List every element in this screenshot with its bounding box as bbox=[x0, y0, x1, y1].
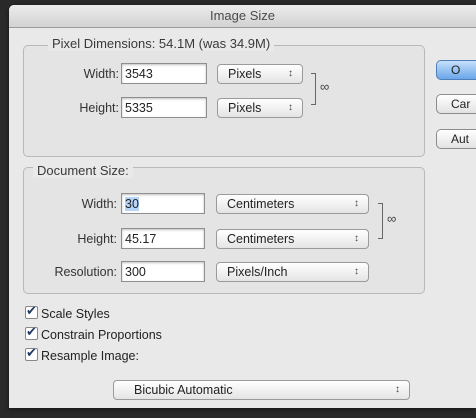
pixel-height-label: Height: bbox=[79, 101, 119, 115]
resolution-input[interactable]: 300 bbox=[121, 261, 205, 282]
scale-styles-checkbox[interactable]: Scale Styles bbox=[25, 303, 110, 321]
resample-image-label: Resample Image: bbox=[41, 349, 139, 363]
up-down-arrows-icon: ↕ bbox=[288, 68, 293, 79]
constrain-proportions-checkbox[interactable]: Constrain Proportions bbox=[25, 324, 162, 342]
resample-method-value: Bicubic Automatic bbox=[134, 383, 233, 397]
image-size-dialog: Image Size O Car Aut Pixel Dimensions: 5… bbox=[9, 5, 476, 408]
up-down-arrows-icon: ↕ bbox=[288, 102, 293, 113]
pixel-dimensions-legend: Pixel Dimensions: 54.1M (was 34.9M) bbox=[48, 36, 275, 51]
resample-method-select[interactable]: Bicubic Automatic ↕ bbox=[113, 380, 410, 400]
pixel-width-label: Width: bbox=[83, 67, 119, 81]
chain-link-icon: ∞ bbox=[320, 79, 330, 94]
up-down-arrows-icon: ↕ bbox=[395, 384, 400, 395]
resolution-unit-select[interactable]: Pixels/Inch ↕ bbox=[216, 262, 369, 282]
doc-height-unit-select[interactable]: Centimeters ↕ bbox=[216, 229, 369, 249]
doc-height-unit-value: Centimeters bbox=[227, 232, 295, 246]
auto-button[interactable]: Aut bbox=[436, 129, 476, 149]
up-down-arrows-icon: ↕ bbox=[354, 198, 359, 209]
checkmark-icon bbox=[25, 345, 38, 361]
document-size-legend: Document Size: bbox=[33, 163, 133, 178]
pixel-height-input[interactable]: 5335 bbox=[121, 97, 207, 118]
checkmark-icon bbox=[25, 303, 38, 319]
checkmark-icon bbox=[25, 324, 38, 340]
pixel-height-unit-value: Pixels bbox=[228, 101, 262, 115]
resample-image-checkbox[interactable]: Resample Image: bbox=[25, 345, 139, 363]
doc-height-label: Height: bbox=[77, 232, 117, 246]
pixel-height-unit-select[interactable]: Pixels ↕ bbox=[217, 98, 303, 118]
up-down-arrows-icon: ↕ bbox=[354, 266, 359, 277]
pixel-width-input[interactable]: 3543 bbox=[121, 63, 207, 84]
doc-height-input[interactable]: 45.17 bbox=[121, 228, 205, 249]
doc-width-unit-value: Centimeters bbox=[227, 197, 295, 211]
up-down-arrows-icon: ↕ bbox=[354, 233, 359, 244]
constrain-proportions-label: Constrain Proportions bbox=[41, 328, 162, 342]
chain-link-icon: ∞ bbox=[387, 211, 397, 226]
doc-width-unit-select[interactable]: Centimeters ↕ bbox=[216, 194, 369, 214]
doc-width-input[interactable]: 30 bbox=[121, 193, 205, 214]
doc-width-value: 30 bbox=[125, 197, 139, 211]
resolution-label: Resolution: bbox=[54, 265, 117, 279]
doc-width-label: Width: bbox=[81, 197, 117, 211]
document-link-bracket bbox=[378, 203, 383, 239]
cancel-button[interactable]: Car bbox=[436, 94, 476, 114]
scale-styles-label: Scale Styles bbox=[41, 307, 110, 321]
pixel-link-bracket bbox=[311, 73, 316, 105]
resolution-unit-value: Pixels/Inch bbox=[227, 265, 288, 279]
dialog-title: Image Size bbox=[9, 5, 476, 28]
pixel-width-unit-select[interactable]: Pixels ↕ bbox=[217, 64, 303, 84]
ok-button[interactable]: O bbox=[436, 60, 476, 80]
pixel-width-unit-value: Pixels bbox=[228, 67, 262, 81]
